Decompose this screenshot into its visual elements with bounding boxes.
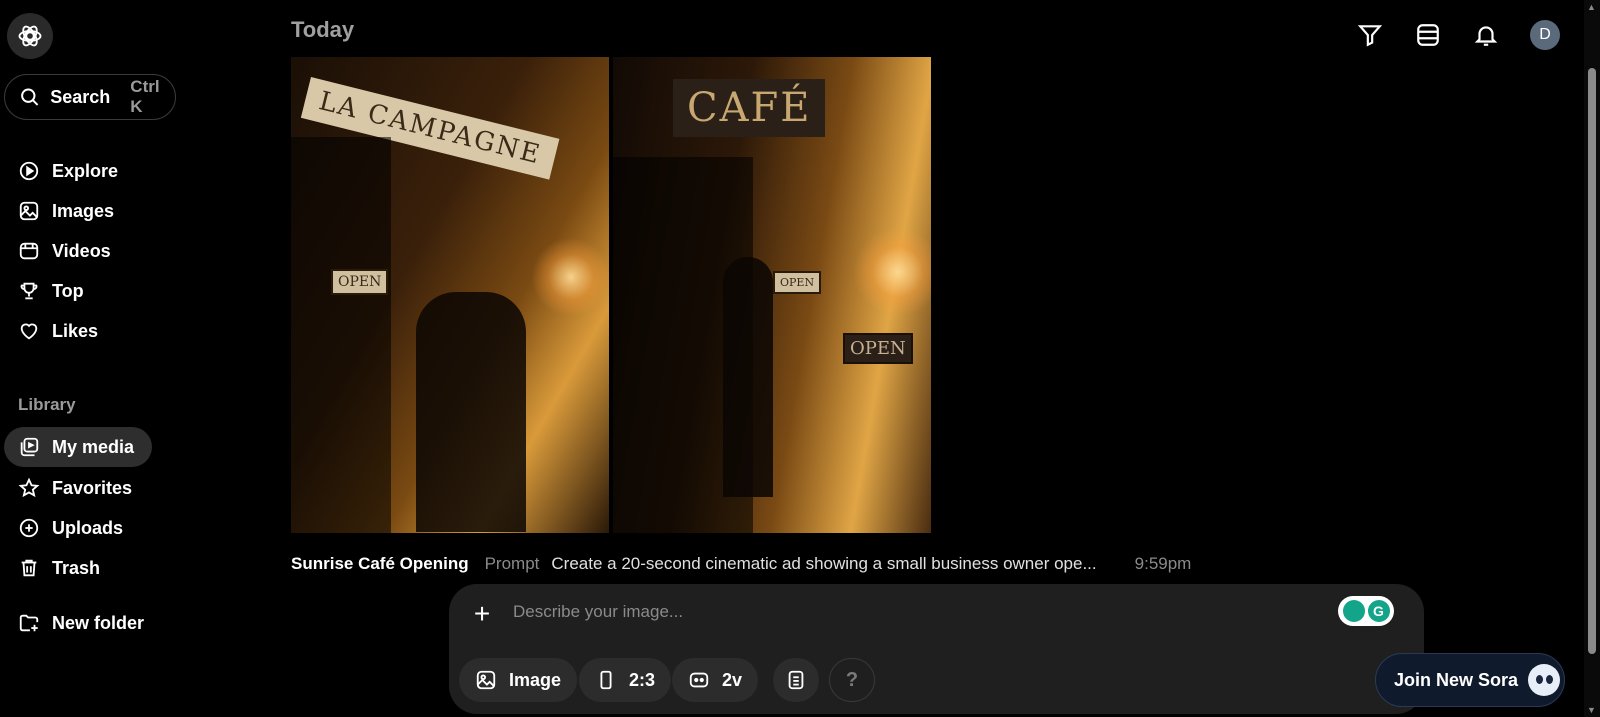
compass-icon: [19, 161, 39, 181]
scroll-down-arrow-icon[interactable]: ▼: [1587, 705, 1596, 715]
sidebar-item-top[interactable]: Top: [4, 271, 102, 311]
preset-list-icon: [788, 670, 804, 690]
sidebar-item-label: Images: [52, 200, 115, 221]
new-folder-button[interactable]: New folder: [4, 603, 162, 643]
grammarly-widget[interactable]: G: [1338, 596, 1394, 626]
top-toolbar: D: [1356, 20, 1560, 50]
grid-layout-icon: [1417, 24, 1439, 46]
new-folder-label: New folder: [52, 612, 145, 633]
openai-logo-icon: [18, 25, 42, 47]
shopkeeper-figure: [723, 257, 773, 497]
media-preview[interactable]: LA CAMPAGNE OPEN CAFÉ OPEN OPEN: [291, 57, 931, 533]
storefront-sign: CAFÉ: [673, 79, 826, 137]
sidewalk-board: OPEN: [843, 333, 913, 364]
sidebar-item-uploads[interactable]: Uploads: [4, 508, 141, 548]
page-scrollbar[interactable]: ▲ ▼: [1584, 0, 1600, 717]
shopkeeper-figure: [416, 292, 526, 532]
prompt-label: Prompt: [484, 554, 540, 573]
sidebar-item-videos[interactable]: Videos: [4, 231, 129, 271]
sidebar-item-favorites[interactable]: Favorites: [4, 468, 150, 508]
filter-button[interactable]: [1356, 21, 1384, 49]
window-shadow: [291, 137, 391, 533]
search-shortcut: Ctrl K: [130, 77, 160, 116]
grammarly-icon: G: [1367, 600, 1390, 622]
user-avatar[interactable]: D: [1530, 20, 1560, 50]
sidebar-item-explore[interactable]: Explore: [4, 151, 136, 191]
join-label: Join New Sora: [1394, 669, 1519, 690]
media-type-label: Image: [509, 669, 562, 690]
help-button[interactable]: ?: [829, 658, 875, 702]
star-icon: [18, 477, 40, 498]
variations-button[interactable]: 2v: [672, 658, 759, 702]
layout-button[interactable]: [1414, 21, 1442, 49]
media-title[interactable]: Sunrise Café Opening: [291, 554, 469, 574]
trophy-icon: [20, 282, 38, 300]
open-sign: OPEN: [773, 271, 822, 294]
join-new-sora-button[interactable]: Join New Sora: [1375, 653, 1565, 707]
sidebar-item-label: Explore: [52, 160, 119, 181]
aspect-ratio-button[interactable]: 2:3: [579, 658, 672, 702]
trash-icon: [21, 559, 37, 577]
prompt-input[interactable]: [513, 602, 1213, 622]
aspect-ratio-label: 2:3: [629, 669, 656, 690]
prompt-text: Create a 20-second cinematic ad showing …: [551, 554, 1097, 573]
sun-glow: [531, 237, 609, 317]
app-logo[interactable]: [7, 13, 53, 59]
sidebar-item-my-media[interactable]: My media: [4, 427, 153, 467]
sidebar-item-likes[interactable]: Likes: [4, 311, 116, 351]
search-icon: [21, 88, 39, 106]
grammarly-assist-icon: [1342, 600, 1365, 622]
scrollbar-thumb[interactable]: [1588, 68, 1596, 654]
presets-button[interactable]: [773, 658, 819, 702]
sidebar-item-label: Videos: [52, 240, 111, 261]
filter-icon: [1357, 25, 1383, 47]
media-frame-1[interactable]: LA CAMPAGNE OPEN: [291, 57, 609, 533]
help-label: ?: [845, 668, 859, 691]
scroll-up-arrow-icon[interactable]: ▲: [1587, 2, 1596, 12]
sidebar-item-label: Trash: [52, 557, 101, 578]
plus-circle-icon: [19, 518, 39, 538]
folder-plus-icon: [19, 614, 39, 632]
sidebar-item-label: Top: [52, 280, 84, 301]
portrait-rectangle-icon: [600, 670, 612, 690]
add-attachment-button[interactable]: +: [469, 598, 495, 630]
sidebar-item-label: Uploads: [52, 517, 124, 538]
image-icon: [476, 670, 496, 690]
prompt-composer: + G Image 2:3 2v ?: [449, 584, 1424, 714]
search-button[interactable]: Search Ctrl K: [4, 74, 176, 120]
library-heading: Library: [18, 395, 76, 414]
search-label: Search: [50, 86, 111, 107]
section-title: Today: [291, 17, 355, 42]
sun-glow: [853, 227, 931, 317]
variations-icon: [689, 672, 709, 688]
video-icon: [19, 242, 39, 260]
timestamp: 9:59pm: [1134, 554, 1192, 573]
notifications-button[interactable]: [1472, 21, 1500, 49]
sidebar-item-label: My media: [52, 436, 135, 457]
bell-icon: [1474, 26, 1498, 46]
media-caption: Sunrise Café Opening Prompt Create a 20-…: [291, 554, 1191, 574]
sidebar-item-label: Favorites: [52, 477, 133, 498]
image-icon: [19, 201, 39, 221]
media-type-button[interactable]: Image: [459, 658, 578, 702]
sidebar-item-images[interactable]: Images: [4, 191, 132, 231]
open-sign: OPEN: [331, 269, 389, 295]
sidebar-item-label: Likes: [52, 320, 99, 341]
heart-icon: [20, 323, 38, 340]
sidebar-item-trash[interactable]: Trash: [4, 548, 118, 588]
media-stack-icon: [20, 437, 39, 457]
media-frame-2[interactable]: CAFÉ OPEN OPEN: [613, 57, 931, 533]
sora-mascot-icon: [1528, 664, 1561, 696]
variations-label: 2v: [722, 669, 743, 690]
